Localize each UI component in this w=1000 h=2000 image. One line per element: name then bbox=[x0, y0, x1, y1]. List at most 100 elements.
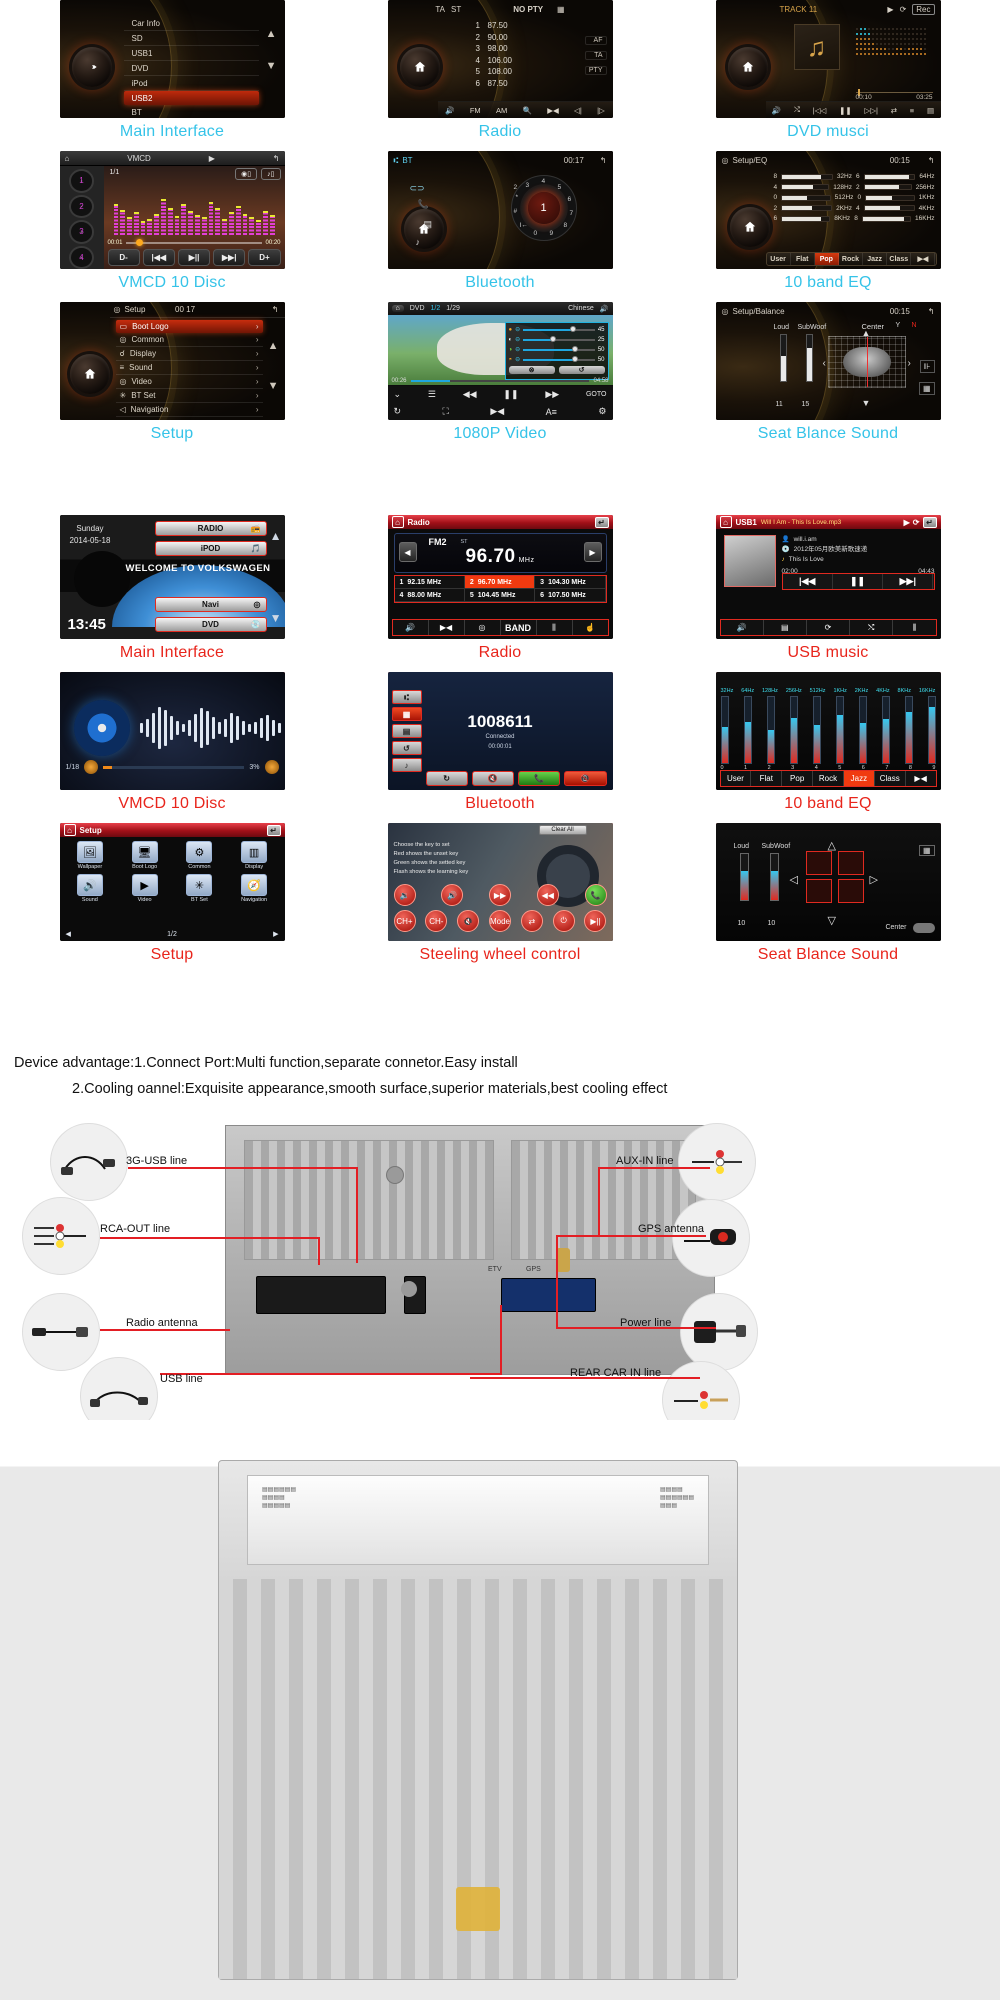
eq-slider[interactable] bbox=[865, 194, 915, 201]
eq-slider[interactable] bbox=[863, 173, 916, 180]
shuffle-icon[interactable]: ⤭ bbox=[791, 105, 803, 115]
swc-key-seek[interactable]: ⇄ bbox=[520, 910, 543, 932]
pause-icon[interactable]: ❚❚ bbox=[833, 574, 884, 589]
preset-row[interactable]: 6 87.50 bbox=[476, 78, 512, 90]
scroll-down-icon[interactable]: ▼ bbox=[270, 611, 282, 625]
setup-item-display[interactable]: ▥ Display bbox=[230, 841, 279, 870]
balance-right-arrow[interactable]: ▷ bbox=[870, 873, 878, 886]
preset-user[interactable]: User bbox=[767, 253, 791, 265]
hand-icon[interactable]: ☝ bbox=[573, 620, 608, 635]
preset-button[interactable]: 1 92.15 MHz bbox=[394, 576, 465, 589]
scroll-down-icon[interactable]: ▼ bbox=[268, 380, 279, 392]
music-icon[interactable]: ♪ bbox=[416, 237, 421, 247]
swc-key-ch-down[interactable]: CH- bbox=[425, 910, 448, 932]
answer-icon[interactable]: 📞 bbox=[518, 771, 561, 786]
eq-slider[interactable] bbox=[781, 184, 830, 190]
screenshot-vw-bluetooth[interactable]: ⌂ BT Connected ↵ ⑆ ▦ ▤ ↺ ♪ 1008611 Co bbox=[387, 672, 613, 790]
screenshot-setup[interactable]: ◎ Setup 00 17 ↰ ▲ ▼ ▭ Boot Logo › ◎ Common ›… bbox=[59, 302, 285, 420]
screenshot-vw-radio[interactable]: ⌂ Radio ↵ FM2 ST 96.70 MHz ◀ ▶ 1 92.15 MHz… bbox=[387, 515, 613, 639]
eq-slider[interactable] bbox=[863, 184, 912, 190]
prev-icon[interactable]: ◀◀ bbox=[463, 389, 477, 400]
bt-music-icon[interactable]: ♪ bbox=[391, 758, 422, 772]
reset-icon[interactable]: ↺ bbox=[558, 366, 605, 374]
next-icon[interactable]: ▷▷| bbox=[861, 106, 880, 115]
bt-pair-icon[interactable]: ⑆ bbox=[391, 690, 422, 704]
screenshot-main-interface[interactable]: ▲ ▼ Car Info SD USB1 DVD iPod USB2 BT bbox=[59, 0, 285, 118]
home-icon[interactable]: ⌂ bbox=[719, 516, 732, 528]
prev-page-icon[interactable]: ◀ bbox=[66, 930, 71, 938]
volume-icon[interactable]: 🔊 bbox=[442, 106, 457, 115]
menu-item[interactable]: SD bbox=[123, 31, 259, 46]
preset-button[interactable]: 6 107.50 MHz bbox=[535, 589, 606, 602]
preset-row[interactable]: 3 98.00 bbox=[476, 43, 512, 55]
screenshot-balance[interactable]: ◎ Setup/Balance 00:15 ↰ Loud SubWoof Cen… bbox=[715, 302, 941, 420]
balance-down-arrow[interactable]: ▼ bbox=[862, 398, 871, 408]
setup-item-video[interactable]: ◎ Video › bbox=[115, 375, 263, 389]
swc-key-ch-up[interactable]: CH+ bbox=[393, 910, 416, 932]
clear-all-button[interactable]: Clear All bbox=[538, 825, 587, 835]
volume-icon[interactable]: 🔊 bbox=[393, 620, 429, 635]
eq-slider[interactable] bbox=[863, 205, 915, 211]
eq-icon[interactable]: ≡ bbox=[907, 106, 917, 115]
eq-slider[interactable] bbox=[835, 696, 844, 764]
setup-item-common[interactable]: ◎ Common › bbox=[115, 333, 263, 347]
setup-item-navigation[interactable]: 🧭 Navigation bbox=[230, 874, 279, 903]
preset-rock[interactable]: Rock bbox=[839, 253, 864, 265]
tune-up-button[interactable]: ▶ bbox=[583, 542, 602, 562]
disc-button[interactable]: 2 bbox=[69, 194, 94, 218]
menu-item[interactable]: BT bbox=[124, 105, 259, 118]
seek-icon[interactable]: ▶◀ bbox=[544, 106, 562, 115]
home-knob-icon[interactable] bbox=[69, 354, 110, 394]
swc-key-power[interactable]: ⏻ bbox=[552, 910, 575, 932]
seek-handle-icon[interactable] bbox=[84, 760, 99, 774]
menu-item-selected[interactable]: USB2 bbox=[123, 91, 259, 105]
eq-slider[interactable] bbox=[720, 696, 729, 764]
grid-icon[interactable]: ▦ bbox=[918, 845, 935, 856]
eq-slider[interactable] bbox=[781, 194, 831, 201]
balance-up-arrow[interactable]: ▲ bbox=[862, 328, 871, 338]
list-icon[interactable]: ▤ bbox=[924, 106, 937, 115]
pause-icon[interactable]: ❚❚ bbox=[836, 106, 855, 115]
next-icon[interactable]: |▷ bbox=[594, 106, 608, 115]
screenshot-vw-eq[interactable]: ⌂ Setup/EQ ↵ 32Hz64Hz 128Hz256Hz 512Hz1K… bbox=[715, 672, 941, 790]
disc-mode-icon[interactable]: ◉▯ bbox=[235, 168, 258, 180]
progress-bar[interactable] bbox=[103, 765, 245, 769]
prev-icon[interactable]: |◀◀ bbox=[142, 249, 175, 266]
preset-pop[interactable]: Pop bbox=[782, 771, 814, 786]
eq-slider[interactable] bbox=[812, 696, 821, 764]
balance-up-arrow[interactable]: △ bbox=[828, 839, 836, 852]
seek-bar[interactable]: 00:01 00:20 bbox=[108, 239, 281, 247]
contacts-icon[interactable]: ▤ bbox=[424, 219, 433, 230]
list-icon[interactable]: ▤ bbox=[764, 620, 807, 635]
subwoof-slider[interactable] bbox=[805, 334, 813, 382]
saturation-row[interactable]: ◑ ⊖ 50 bbox=[509, 346, 605, 353]
repeat-icon[interactable]: ⟳ bbox=[807, 620, 851, 635]
center-toggle[interactable] bbox=[912, 923, 935, 933]
pause-icon[interactable]: ❚❚ bbox=[503, 389, 518, 400]
menu-item[interactable]: USB1 bbox=[123, 46, 259, 61]
navi-button[interactable]: Navi ◎ bbox=[154, 597, 267, 612]
dial-center[interactable]: 1 bbox=[527, 192, 560, 224]
home-icon[interactable]: ⌂ bbox=[65, 154, 70, 163]
screenshot-eq[interactable]: ◎ Setup/EQ 00:15 ↰ 8 32Hz 6 64Hz 4 128Hz… bbox=[715, 151, 941, 269]
center-yes[interactable]: Y bbox=[896, 322, 901, 329]
swc-key-call[interactable]: 📞 bbox=[584, 884, 607, 906]
back-icon[interactable]: ↰ bbox=[600, 156, 607, 165]
call-swap-icon[interactable]: ⊂⊃ bbox=[410, 183, 425, 194]
next-icon[interactable]: ▶▶| bbox=[883, 574, 934, 589]
scroll-down-icon[interactable]: ▼ bbox=[266, 60, 277, 72]
menu-item[interactable]: Car Info bbox=[123, 16, 259, 31]
eq-slider[interactable] bbox=[781, 205, 833, 211]
setup-item-wallpaper[interactable]: 🖼 Wallpaper bbox=[66, 841, 115, 870]
preset-row[interactable]: 1 87.50 bbox=[476, 20, 512, 32]
eq-slider[interactable] bbox=[781, 215, 831, 222]
next-icon[interactable]: ▶▶ bbox=[545, 389, 559, 400]
eq-slider[interactable] bbox=[743, 696, 752, 764]
seek-icon[interactable]: ▶◀ bbox=[490, 406, 504, 417]
preset-class[interactable]: Class bbox=[887, 253, 912, 265]
screenshot-vw-balance[interactable]: ⌂ Setup/Balance ⫼ Loud SubWoof 10 10 bbox=[715, 823, 941, 941]
eq-slider[interactable] bbox=[927, 696, 936, 764]
eq-slider[interactable] bbox=[766, 696, 775, 764]
eq-icon[interactable]: ⊪ bbox=[919, 360, 935, 373]
preset-class[interactable]: Class bbox=[875, 771, 906, 786]
